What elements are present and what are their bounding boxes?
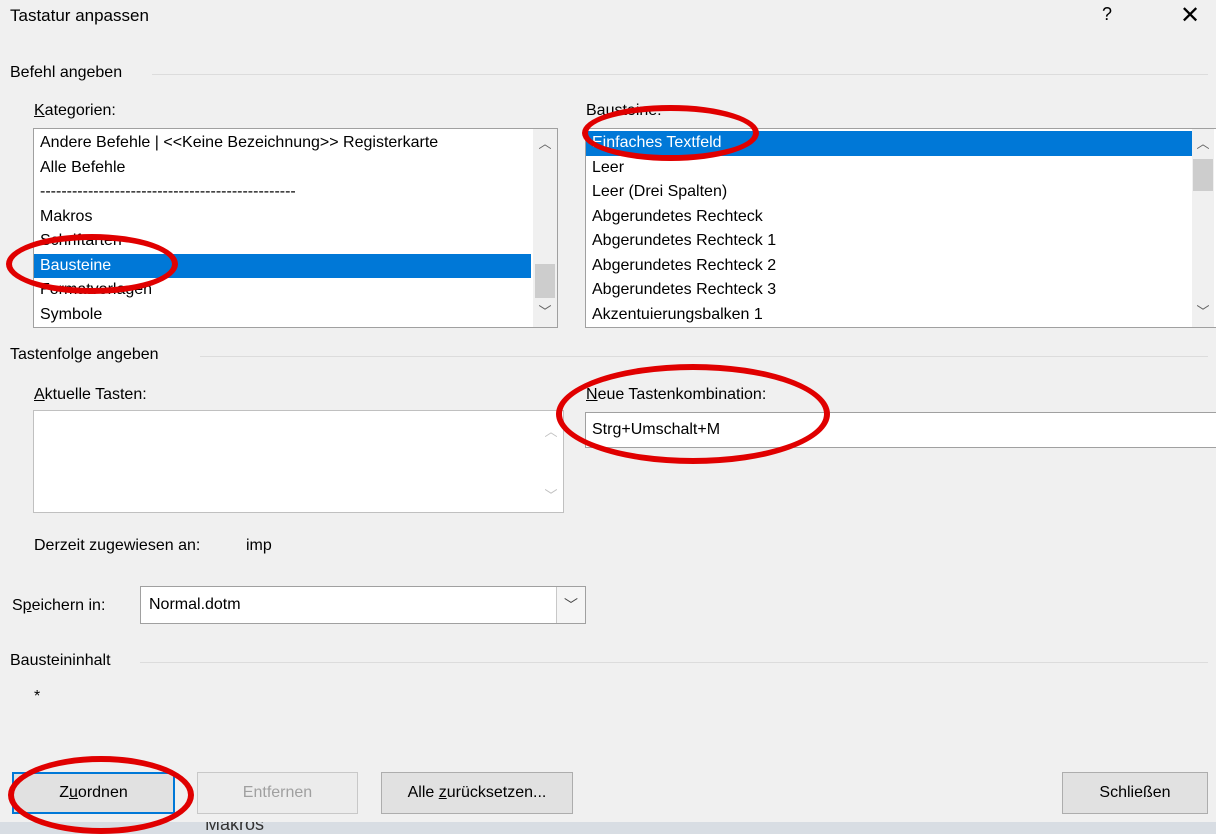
save-in-value: Normal.dotm [149,596,241,613]
help-button[interactable]: ? [1102,4,1112,25]
list-item[interactable]: Andere Befehle | <<Keine Bezeichnung>> R… [34,131,531,156]
content-label: Bausteininhalt [10,652,111,669]
reset-all-button[interactable]: Alle zurücksetzen... [381,772,573,814]
building-blocks-listbox[interactable]: Einfaches Textfeld Leer Leer (Drei Spalten… [585,128,1216,328]
scroll-thumb[interactable] [1193,159,1213,191]
building-blocks-label: Bausteine: [586,102,662,119]
command-group-divider [152,74,1208,75]
list-item[interactable]: Einfaches Textfeld [586,131,1196,156]
keys-group-label: Tastenfolge angeben [10,346,159,363]
categories-label: Kategorien: [34,102,116,119]
new-combo-input[interactable]: Strg+Umschalt+M [585,412,1216,448]
close-icon[interactable]: ✕ [1180,1,1200,30]
new-combo-label: Neue Tastenkombination: [586,386,767,403]
list-item[interactable]: Formatvorlagen [34,278,531,303]
command-group-label: Befehl angeben [10,64,123,81]
list-item[interactable]: Leer (Drei Spalten) [586,180,1196,205]
list-item[interactable]: Akzentuierungsbalken 1 [586,303,1196,328]
dialog-title: Tastatur anpassen [10,6,149,25]
list-item[interactable]: Abgerundetes Rechteck 1 [586,229,1196,254]
content-divider [140,662,1208,663]
assigned-label: Derzeit zugewiesen an: [34,537,201,554]
list-item[interactable]: Makros [34,205,531,230]
categories-scrollbar[interactable]: ︿ ﹀ [533,129,557,327]
keys-group-divider [200,356,1208,357]
assign-button[interactable]: Zuordnen [12,772,175,814]
scroll-up-icon[interactable]: ︿ [1192,133,1214,155]
new-combo-value: Strg+Umschalt+M [592,421,721,438]
scroll-up-icon[interactable]: ︿ [533,133,557,155]
scroll-down-icon[interactable]: ﹀ [533,301,557,323]
save-in-combobox[interactable]: Normal.dotm ﹀ [140,586,586,624]
list-item[interactable]: Alle Befehle [34,156,531,181]
current-keys-label: Aktuelle Tasten: [34,386,147,403]
list-item[interactable]: Leer [586,156,1196,181]
save-in-label: Speichern in: [12,597,106,614]
list-item[interactable]: Bausteine [34,253,531,278]
scroll-down-icon: ﹀ [544,488,558,503]
categories-listbox[interactable]: Andere Befehle | <<Keine Bezeichnung>> R… [33,128,558,328]
building-blocks-scrollbar[interactable]: ︿ ﹀ [1192,129,1214,327]
content-value: * [34,688,41,705]
assigned-value: imp [246,537,272,554]
background-window-strip: Makros [0,822,1216,834]
list-item[interactable]: Schriftarten [34,229,531,254]
current-keys-listbox[interactable]: ︿ ﹀ [33,410,564,513]
background-text: Makros [205,822,265,834]
list-item[interactable]: Abgerundetes Rechteck 3 [586,278,1196,303]
close-button[interactable]: Schließen [1062,772,1208,814]
list-item[interactable]: ----------------------------------------… [34,180,531,205]
scroll-down-icon[interactable]: ﹀ [1192,301,1214,323]
list-item[interactable]: Abgerundetes Rechteck [586,205,1196,230]
list-item[interactable]: Symbole [34,303,531,328]
chevron-down-icon[interactable]: ﹀ [556,587,585,623]
list-item[interactable]: Abgerundetes Rechteck 2 [586,254,1196,279]
remove-button[interactable]: Entfernen [197,772,358,814]
scroll-thumb[interactable] [535,264,555,298]
scroll-up-icon: ︿ [544,424,558,439]
